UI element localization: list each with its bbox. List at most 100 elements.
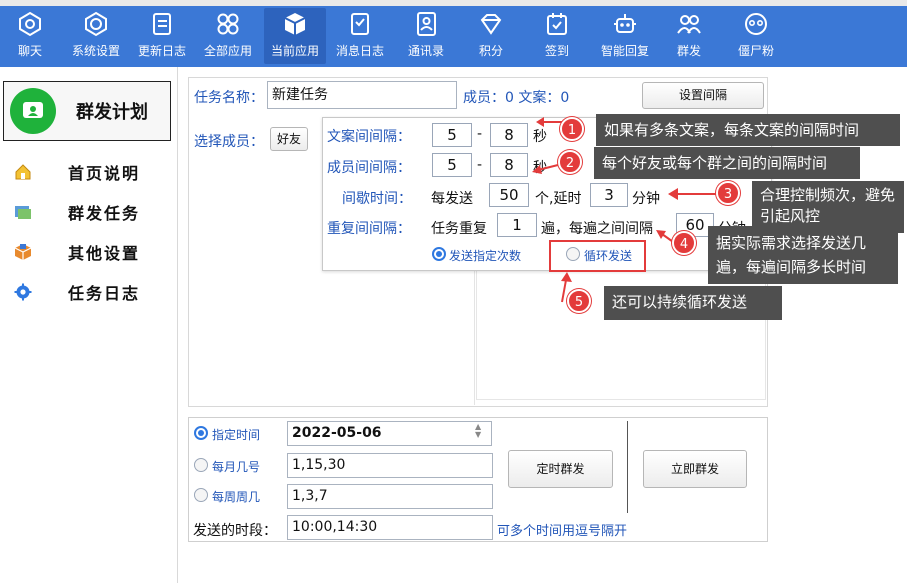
annotation-badge-2: 2 bbox=[558, 150, 582, 174]
repeat-prefix: 任务重复 bbox=[431, 221, 487, 237]
plan-title: 群发计划 bbox=[76, 102, 148, 123]
annotation-badge-4: 4 bbox=[672, 231, 696, 255]
date-picker[interactable]: 2022-05-06 bbox=[287, 421, 492, 446]
sidebar-item-label: 首页说明 bbox=[68, 164, 141, 183]
friend-button[interactable]: 好友 bbox=[270, 127, 308, 151]
timed-send-button[interactable]: 定时群发 bbox=[508, 450, 613, 488]
toolbar-label: 当前应用 bbox=[270, 44, 319, 58]
copy-interval-min-input[interactable]: 5 bbox=[432, 123, 472, 147]
settings-icon bbox=[85, 11, 107, 37]
apps-icon bbox=[217, 13, 239, 35]
toolbar-checkin[interactable]: 签到 bbox=[532, 8, 582, 64]
send-count-radio[interactable] bbox=[432, 247, 446, 261]
robot-icon bbox=[614, 14, 636, 33]
toolbar-label: 全部应用 bbox=[203, 44, 252, 58]
annotation-badge-5: 5 bbox=[567, 289, 591, 313]
monthly-days-input[interactable]: 1,15,30 bbox=[287, 453, 493, 478]
toolbar-contacts[interactable]: 通讯录 bbox=[400, 8, 452, 64]
toolbar-changelog[interactable]: 更新日志 bbox=[132, 8, 192, 64]
repeat-count-input[interactable]: 1 bbox=[497, 213, 537, 237]
sidebar-item-home[interactable]: 首页说明 bbox=[14, 160, 174, 184]
pause-prefix: 每发送 bbox=[431, 191, 473, 207]
zombie-fans-icon bbox=[745, 13, 767, 35]
toolbar-label: 聊天 bbox=[17, 44, 42, 58]
annotation-badge-3: 3 bbox=[716, 181, 740, 205]
toolbar-group-send[interactable]: 群发 bbox=[666, 8, 712, 64]
toolbar-label: 智能回复 bbox=[600, 44, 649, 58]
range-dash: - bbox=[477, 126, 483, 142]
toolbar-smart-reply[interactable]: 智能回复 bbox=[596, 8, 654, 64]
members-count-label: 成员：0 文案：0 bbox=[463, 90, 570, 106]
pause-mid: 个,延时 bbox=[535, 191, 582, 207]
sidebar-item-label: 任务日志 bbox=[68, 284, 141, 303]
repeat-mid: 遍，每遍之间间隔 bbox=[541, 221, 653, 237]
toolbar-label: 积分 bbox=[478, 44, 503, 58]
top-toolbar: 聊天 系统设置 更新日志 全部应用 当前应用 消息日志 通讯录 积分 签到 智能… bbox=[0, 0, 907, 67]
home-icon bbox=[15, 164, 31, 180]
toolbar-label: 签到 bbox=[544, 44, 569, 58]
task-name-label: 任务名称： bbox=[194, 90, 264, 106]
changelog-icon bbox=[153, 13, 171, 35]
chat-icon bbox=[19, 11, 41, 37]
sidebar-item-label: 其他设置 bbox=[68, 244, 141, 263]
sidebar-item-tasks[interactable]: 群发任务 bbox=[14, 200, 174, 224]
weekly-days-input[interactable]: 1,3,7 bbox=[287, 484, 493, 509]
sidebar-item-other-settings[interactable]: 其他设置 bbox=[14, 240, 174, 264]
member-interval-label: 成员间间隔： bbox=[327, 160, 411, 176]
box-icon bbox=[14, 244, 32, 260]
annotation-badge-1: 1 bbox=[560, 117, 584, 141]
range-dash: - bbox=[477, 157, 483, 173]
group-send-icon bbox=[677, 15, 701, 34]
title-strip bbox=[0, 0, 907, 6]
send-count-label: 发送指定次数 bbox=[449, 249, 522, 263]
sidebar-item-task-log[interactable]: 任务日志 bbox=[14, 280, 174, 304]
annotation-arrow-3 bbox=[668, 188, 716, 200]
pause-count-input[interactable]: 50 bbox=[489, 183, 529, 207]
minutes-unit: 分钟 bbox=[632, 191, 660, 207]
left-sidebar: 群发计划 首页说明 群发任务 其他设置 任务日志 bbox=[0, 67, 178, 583]
member-interval-min-input[interactable]: 5 bbox=[432, 153, 472, 177]
toolbar-label: 僵尸粉 bbox=[737, 44, 774, 58]
annotation-note-1: 如果有多条文案，每条文案的间隔时间 bbox=[596, 114, 900, 146]
pause-minutes-input[interactable]: 3 bbox=[590, 183, 628, 207]
toolbar-current-app[interactable]: 当前应用 bbox=[264, 8, 326, 64]
toolbar-message-log[interactable]: 消息日志 bbox=[330, 8, 390, 64]
sidebar-item-label: 群发任务 bbox=[68, 204, 141, 223]
toolbar-label: 更新日志 bbox=[137, 44, 186, 58]
toolbar-chat[interactable]: 聊天 bbox=[6, 8, 54, 64]
toolbar-label: 通讯录 bbox=[407, 44, 444, 58]
annotation-note-4: 据实际需求选择发送几遍，每遍间隔多长时间 bbox=[708, 226, 898, 284]
set-interval-button[interactable]: 设置间隔 bbox=[642, 82, 764, 109]
send-period-label: 发送的时段： bbox=[193, 523, 277, 539]
monthly-label: 每月几号 bbox=[212, 460, 261, 474]
log-gear-icon bbox=[14, 283, 32, 301]
task-name-input[interactable]: 新建任务 bbox=[267, 81, 457, 109]
toolbar-system-settings[interactable]: 系统设置 bbox=[66, 8, 126, 64]
toolbar-points[interactable]: 积分 bbox=[466, 8, 516, 64]
weekly-label: 每周周几 bbox=[212, 490, 261, 504]
spinner-icon[interactable]: ▲ ▼ bbox=[475, 423, 481, 439]
send-period-input[interactable]: 10:00,14:30 bbox=[287, 515, 493, 540]
toolbar-zombie-fans[interactable]: 僵尸粉 bbox=[730, 8, 782, 64]
copy-interval-label: 文案间间隔： bbox=[327, 129, 411, 145]
send-period-hint: 可多个时间用逗号隔开 bbox=[497, 524, 628, 539]
annotation-note-2: 每个好友或每个群之间的间隔时间 bbox=[594, 147, 860, 179]
contacts-icon bbox=[417, 12, 436, 36]
group-send-plan-card[interactable]: 群发计划 bbox=[3, 81, 171, 141]
send-now-button[interactable]: 立即群发 bbox=[643, 450, 747, 488]
plan-icon bbox=[10, 88, 56, 134]
message-log-icon bbox=[351, 13, 369, 35]
points-icon bbox=[480, 14, 502, 35]
toolbar-label: 系统设置 bbox=[71, 44, 120, 58]
toolbar-all-apps[interactable]: 全部应用 bbox=[198, 8, 258, 64]
weekly-radio[interactable] bbox=[194, 488, 208, 502]
monthly-radio[interactable] bbox=[194, 458, 208, 472]
copy-interval-max-input[interactable]: 8 bbox=[490, 123, 528, 147]
fixed-time-label: 指定时间 bbox=[212, 428, 261, 442]
task-icon bbox=[15, 206, 31, 219]
loop-highlight-frame bbox=[549, 240, 646, 272]
pause-time-label: 间歇时间： bbox=[342, 191, 412, 207]
toolbar-label: 群发 bbox=[676, 44, 701, 58]
member-interval-max-input[interactable]: 8 bbox=[490, 153, 528, 177]
fixed-time-radio[interactable] bbox=[194, 426, 208, 440]
